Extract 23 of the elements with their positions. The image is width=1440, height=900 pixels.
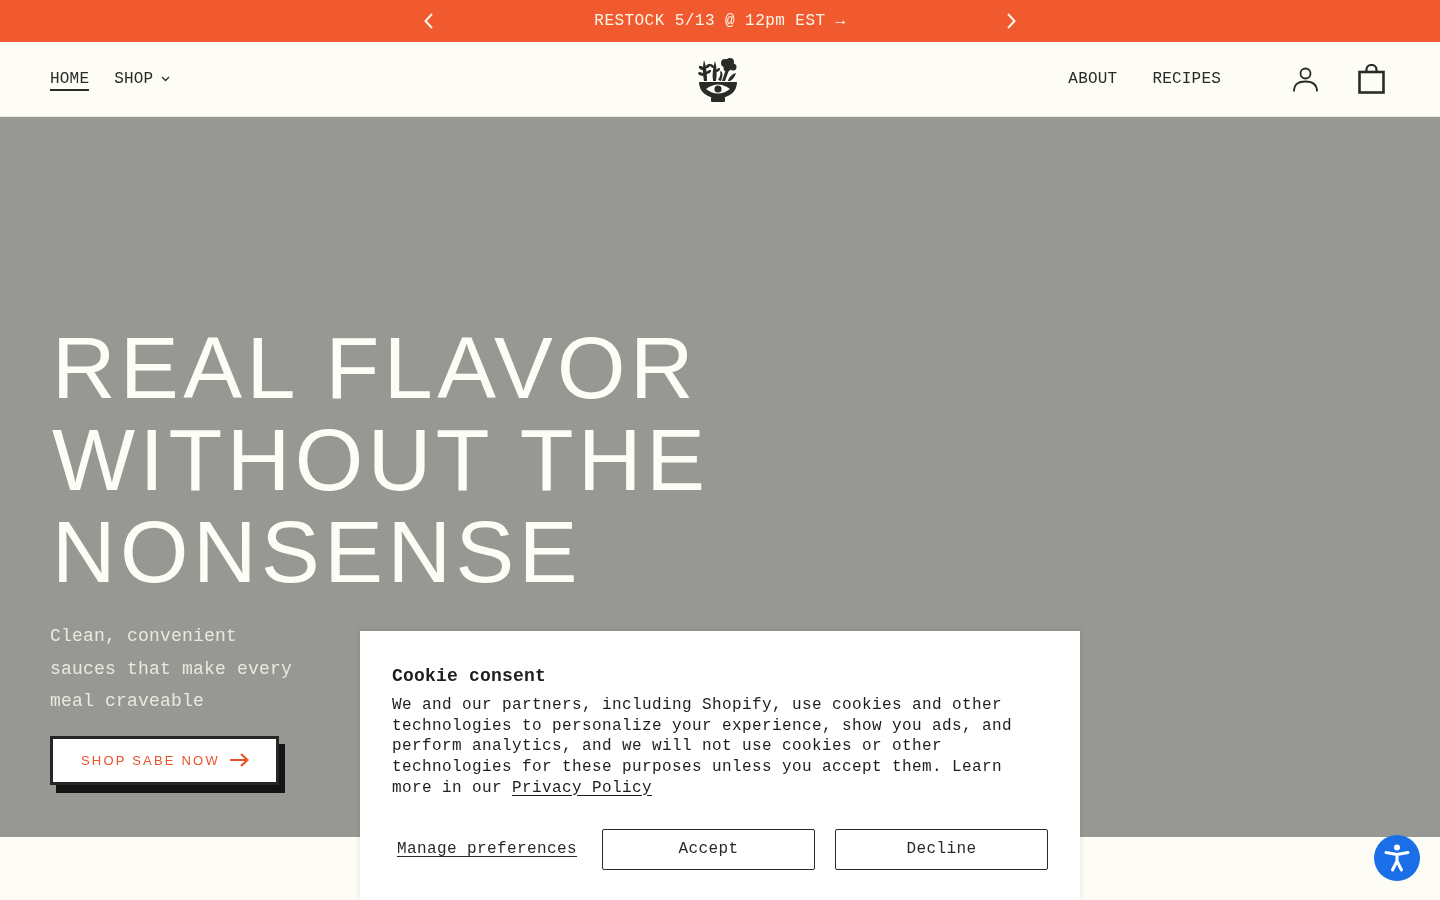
manage-preferences-link[interactable]: Manage preferences (392, 830, 583, 868)
consent-button[interactable]: Accept (602, 828, 815, 870)
nav-link[interactable]: HOME (50, 67, 90, 91)
chevron-right-icon (1007, 13, 1017, 29)
person-outline-icon (1293, 66, 1318, 92)
arrow-right-icon (228, 753, 249, 767)
nav-link[interactable]: SHOP (114, 67, 171, 91)
chevron-down-icon (161, 75, 171, 82)
hero-heading: REAL FLAVOR WITHOUT THE NONSENSE (51, 322, 711, 598)
nav-link[interactable]: RECIPES (1152, 67, 1221, 91)
consent-button[interactable]: Decline (835, 828, 1048, 870)
cookie-title: Cookie consent (392, 665, 548, 688)
shopping-bag-icon (1358, 64, 1385, 94)
account-button[interactable] (1293, 66, 1318, 92)
cart-button[interactable] (1358, 64, 1385, 94)
chevron-left-icon (423, 13, 433, 29)
bowl-with-leaves-logo-icon[interactable] (697, 57, 738, 103)
accessibility-icon (1374, 835, 1420, 881)
nav-link[interactable]: ABOUT (1068, 67, 1118, 91)
accessibility-button[interactable] (1374, 835, 1420, 881)
cookie-text: We and our partners, including Shopify, use cookies and other technologies to personalize your experience, show you ads, and perform analytics, and we will not use cookies or other technologies for these purposes unless you accept them. Learn more in our Privacy Policy (392, 695, 1014, 799)
privacy-policy-link[interactable]: Privacy Policy (512, 778, 653, 797)
hero-subtitle: Clean, convenient sauces that make every meal craveable (50, 625, 294, 713)
